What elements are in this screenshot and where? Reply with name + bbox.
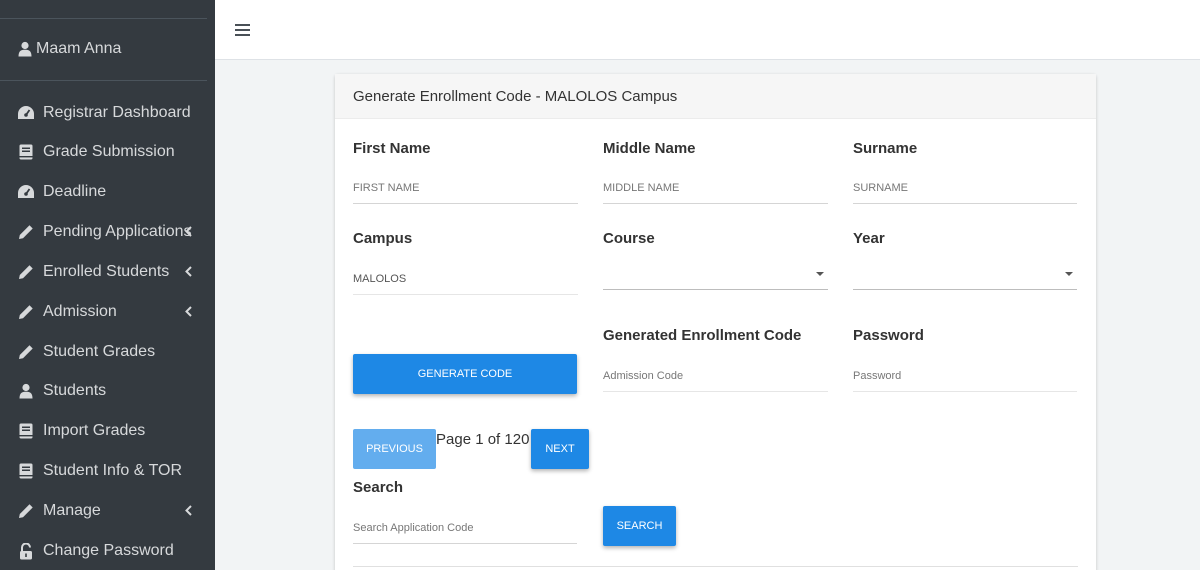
user-panel[interactable]: Maam Anna [18, 38, 121, 60]
search-label: Search [353, 479, 404, 496]
dropdown-caret-icon [1065, 272, 1073, 276]
sidebar-item-manage[interactable]: Manage [0, 493, 215, 529]
sidebar-item-label: Student Info & TOR [43, 462, 183, 479]
middle-name-input[interactable] [603, 174, 828, 202]
year-select[interactable] [853, 260, 1077, 290]
search-input[interactable] [353, 514, 577, 542]
sidebar-item-label: Deadline [43, 183, 107, 200]
user-name: Maam Anna [36, 40, 122, 57]
sidebar-item-student-grades[interactable]: Student Grades [0, 334, 215, 370]
sidebar-item-label: Student Grades [43, 343, 156, 360]
year-label: Year [853, 230, 885, 247]
password-field[interactable] [853, 362, 1077, 392]
sidebar-item-label: Students [43, 382, 107, 399]
sidebar-top-divider [0, 18, 207, 19]
sidebar-item-label: Manage [43, 502, 101, 519]
generated-code-field[interactable] [603, 362, 828, 392]
campus-value: MALOLOS [353, 273, 407, 285]
sidebar-item-registrar-dashboard[interactable]: Registrar Dashboard [0, 95, 215, 131]
sidebar-item-change-password[interactable]: Change Password [0, 533, 215, 569]
next-page-button[interactable]: NEXT [531, 429, 589, 469]
middle-name-label: Middle Name [603, 140, 696, 157]
previous-page-button[interactable]: PREVIOUS [353, 429, 436, 469]
sidebar-item-label: Registrar Dashboard [43, 104, 191, 121]
sidebar-item-label: Change Password [43, 542, 174, 559]
page-indicator: Page 1 of 120 [436, 431, 530, 448]
generated-code-label: Generated Enrollment Code [603, 327, 802, 344]
generate-code-button[interactable]: GENERATE CODE [353, 354, 577, 394]
dropdown-caret-icon [816, 272, 824, 276]
sidebar-item-pending-applications[interactable]: Pending Applications [0, 214, 215, 250]
first-name-field[interactable] [353, 174, 578, 204]
password-label: Password [853, 327, 924, 344]
sidebar-item-import-grades[interactable]: Import Grades [0, 413, 215, 449]
first-name-input[interactable] [353, 174, 578, 202]
pencil-icon [16, 501, 36, 521]
book-icon [16, 142, 36, 162]
password-input[interactable] [853, 362, 1077, 390]
sidebar: Maam Anna Registrar Dashboard Grade Subm… [0, 0, 215, 570]
sidebar-item-admission[interactable]: Admission [0, 294, 215, 330]
book-icon [16, 461, 36, 481]
unlock-icon [16, 541, 36, 561]
pencil-icon [16, 342, 36, 362]
course-label: Course [603, 230, 655, 247]
hamburger-menu-icon[interactable] [235, 24, 250, 38]
search-button[interactable]: SEARCH [603, 506, 676, 546]
surname-label: Surname [853, 140, 918, 157]
user-icon [18, 41, 32, 57]
campus-label: Campus [353, 230, 413, 247]
sidebar-item-label: Grade Submission [43, 143, 175, 160]
card-divider [353, 566, 1078, 567]
surname-field[interactable] [853, 174, 1077, 204]
search-field[interactable] [353, 514, 577, 544]
pencil-icon [16, 302, 36, 322]
tachometer-icon [16, 182, 36, 202]
sidebar-divider [0, 80, 207, 81]
middle-name-field[interactable] [603, 174, 828, 204]
sidebar-item-deadline[interactable]: Deadline [0, 174, 215, 210]
book-icon [16, 421, 36, 441]
chevron-left-icon [185, 505, 192, 516]
sidebar-item-student-info-tor[interactable]: Student Info & TOR [0, 453, 215, 489]
chevron-left-icon [185, 306, 192, 317]
card-title: Generate Enrollment Code - MALOLOS Campu… [335, 74, 1096, 119]
generated-code-input[interactable] [603, 362, 828, 390]
first-name-label: First Name [353, 140, 431, 157]
top-navbar [215, 0, 1200, 60]
sidebar-item-label: Import Grades [43, 422, 146, 439]
pencil-icon [16, 262, 36, 282]
tachometer-icon [16, 103, 36, 123]
sidebar-item-label: Admission [43, 303, 117, 320]
course-select[interactable] [603, 260, 828, 290]
chevron-left-icon [185, 266, 192, 277]
sidebar-item-students[interactable]: Students [0, 373, 215, 409]
surname-input[interactable] [853, 174, 1077, 202]
sidebar-item-grade-submission[interactable]: Grade Submission [0, 134, 215, 170]
campus-field: MALOLOS [353, 265, 578, 295]
user-icon [16, 381, 36, 401]
sidebar-item-enrolled-students[interactable]: Enrolled Students [0, 254, 215, 290]
pencil-icon [16, 222, 36, 242]
chevron-left-icon [185, 226, 192, 237]
enrollment-code-card: Generate Enrollment Code - MALOLOS Campu… [335, 74, 1096, 570]
sidebar-item-label: Enrolled Students [43, 263, 170, 280]
sidebar-item-label: Pending Applications [43, 223, 192, 240]
